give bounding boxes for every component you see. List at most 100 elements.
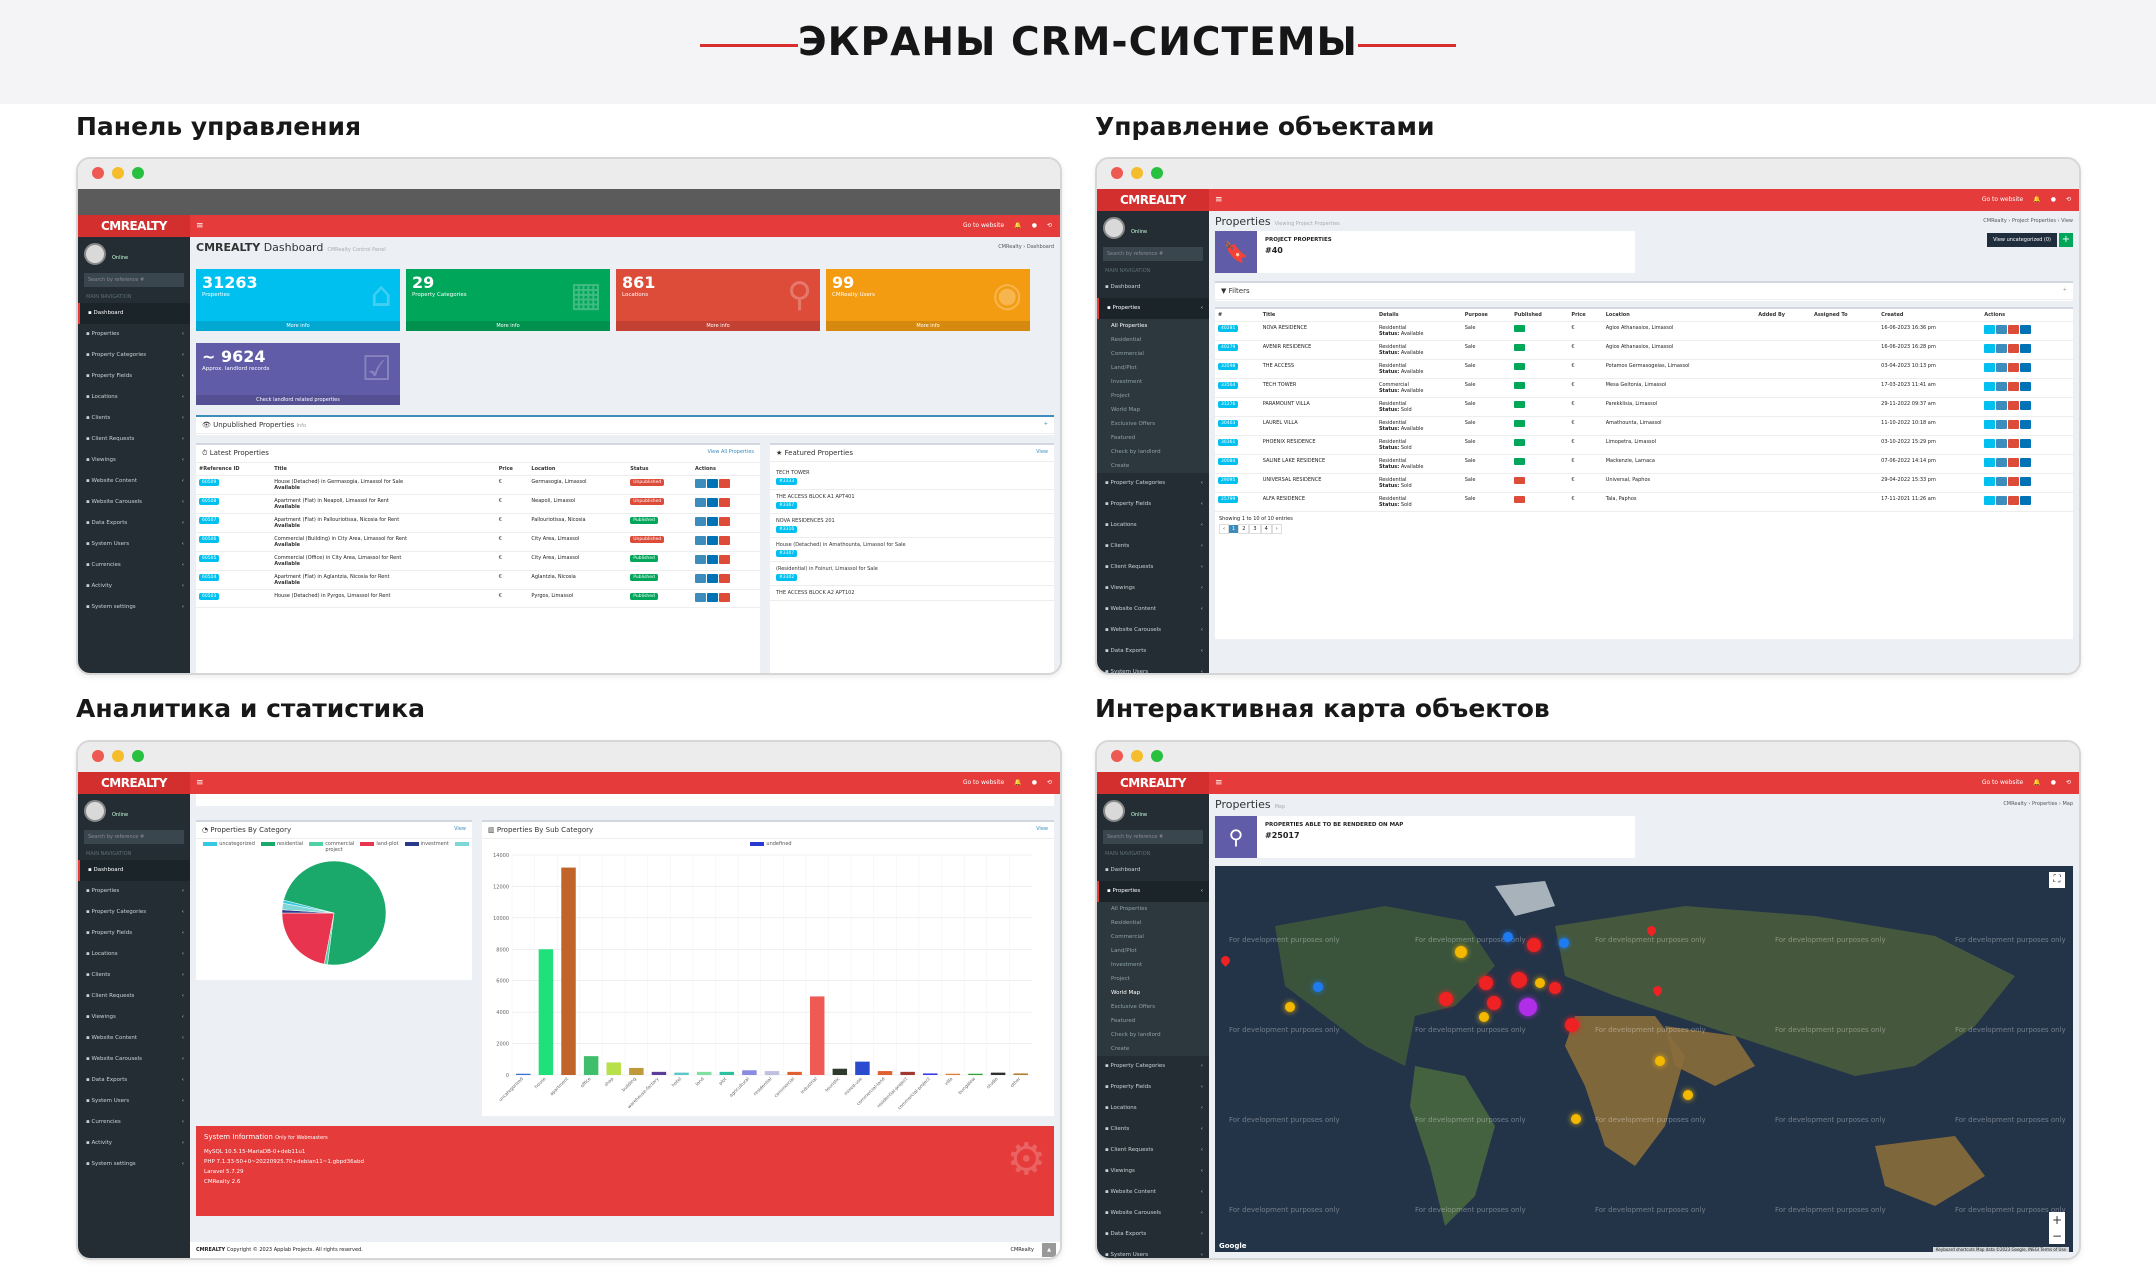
minimize-dot[interactable]: [1131, 167, 1143, 179]
avatar[interactable]: [84, 243, 106, 265]
add-property-button[interactable]: +: [2059, 233, 2073, 247]
unpublished-box[interactable]: 👁 Unpublished Properties Info +: [196, 415, 1054, 435]
published-eye-icon[interactable]: [1514, 439, 1526, 446]
go-to-website-link[interactable]: Go to website: [1982, 779, 2023, 786]
table-row[interactable]: 40281 NOVA RESIDENCE Residential Status: Av…: [1215, 321, 2073, 341]
sidebar-item-website-carousels[interactable]: ▪ Website Carousels ‹: [78, 492, 190, 513]
edit-icon[interactable]: [695, 498, 707, 507]
user-icon[interactable]: [2020, 420, 2032, 429]
tile-locations[interactable]: 861 Locations ⚲ More info: [616, 269, 820, 331]
page-2[interactable]: 2: [1238, 524, 1250, 534]
column-header[interactable]: Actions: [1981, 309, 2073, 322]
tile-more-link[interactable]: More info: [826, 321, 1030, 331]
delete-icon[interactable]: [719, 517, 731, 526]
reference-badge[interactable]: 60508: [199, 498, 220, 505]
map-cluster-marker[interactable]: [1439, 992, 1453, 1006]
list-item[interactable]: THE ACCESS BLOCK A2 APT102: [770, 586, 1054, 601]
featured-badge[interactable]: #3333: [776, 478, 798, 485]
user-icon[interactable]: [2020, 363, 2032, 372]
menu-toggle-icon[interactable]: ≡: [1215, 772, 1223, 794]
tile-cmrealty-users[interactable]: 99 CMRealty Users ◉ More info: [826, 269, 1030, 331]
sidebar-item-system-users[interactable]: ▪ System Users ‹: [1097, 1245, 1209, 1258]
column-header[interactable]: Details: [1375, 309, 1462, 322]
view-icon[interactable]: [707, 517, 719, 526]
reference-badge[interactable]: 60505: [199, 555, 220, 562]
published-eye-icon[interactable]: [1514, 325, 1526, 332]
maximize-dot[interactable]: [1151, 750, 1163, 762]
sidebar-item-viewings[interactable]: ▪ Viewings ‹: [78, 1007, 190, 1028]
view-icon[interactable]: [707, 555, 719, 564]
sidebar-item-data-exports[interactable]: ▪ Data Exports ‹: [78, 1070, 190, 1091]
featured-name[interactable]: (Residential) in Foinuri, Limassol for S…: [776, 566, 1048, 572]
list-item[interactable]: TECH TOWER #3333: [770, 466, 1054, 490]
sidebar-item-dashboard[interactable]: ▪ Dashboard: [1097, 277, 1209, 298]
view-icon[interactable]: [707, 593, 719, 602]
featured-name[interactable]: TECH TOWER: [776, 470, 1048, 476]
table-row[interactable]: 60504 Apartment (Flat) in Aglantzia, Nico…: [196, 570, 760, 590]
delete-icon[interactable]: [2008, 458, 2020, 467]
reference-badge[interactable]: 30084: [1218, 458, 1239, 465]
delete-icon[interactable]: [719, 593, 731, 602]
property-title[interactable]: SALINE LAKE RESIDENCE: [1259, 454, 1376, 474]
page-next[interactable]: ›: [1271, 524, 1282, 534]
share-icon[interactable]: ⟲: [1047, 779, 1052, 786]
sidebar-sub-residential[interactable]: Residential: [1097, 333, 1209, 347]
column-header[interactable]: #: [1215, 309, 1260, 322]
edit-icon[interactable]: [1984, 363, 1996, 372]
maximize-dot[interactable]: [1151, 167, 1163, 179]
expand-icon[interactable]: +: [1044, 421, 1048, 427]
sidebar-item-dashboard[interactable]: ▪ Dashboard: [78, 303, 190, 324]
delete-icon[interactable]: [2008, 420, 2020, 429]
edit-icon[interactable]: [695, 479, 707, 488]
sidebar-sub-create[interactable]: Create: [1097, 459, 1209, 473]
sidebar-item-website-carousels[interactable]: ▪ Website Carousels ‹: [78, 1049, 190, 1070]
sidebar-sub-check-by-landlord[interactable]: Check by landlord: [1097, 445, 1209, 459]
featured-badge[interactable]: #3316: [776, 526, 798, 533]
bar-house[interactable]: [538, 949, 554, 1075]
edit-icon[interactable]: [1984, 401, 1996, 410]
close-dot[interactable]: [92, 750, 104, 762]
view-icon[interactable]: [1996, 401, 2008, 410]
sidebar-sub-featured[interactable]: Featured: [1097, 431, 1209, 445]
bar-other[interactable]: [1013, 1073, 1028, 1075]
view-icon[interactable]: [707, 574, 719, 583]
map-cluster-marker[interactable]: [1549, 982, 1561, 994]
sidebar-item-website-carousels[interactable]: ▪ Website Carousels ‹: [1097, 1203, 1209, 1224]
reference-badge[interactable]: 40279: [1218, 344, 1239, 351]
page-3[interactable]: 3: [1249, 524, 1261, 534]
sidebar-search-input[interactable]: Search by reference #: [1103, 247, 1203, 261]
page-4[interactable]: 4: [1260, 524, 1272, 534]
reference-badge[interactable]: 60509: [199, 479, 220, 486]
delete-icon[interactable]: [2008, 382, 2020, 391]
sidebar-item-locations[interactable]: ▪ Locations ‹: [78, 387, 190, 408]
view-icon[interactable]: [707, 479, 719, 488]
map-cluster-marker[interactable]: [1565, 1018, 1579, 1032]
bell-icon[interactable]: 🔔: [1014, 779, 1021, 786]
breadcrumb[interactable]: CMRealty › Project Properties › View: [1983, 218, 2073, 224]
list-item[interactable]: NOVA RESIDENCES 201 #3316: [770, 514, 1054, 538]
reference-badge[interactable]: 60503: [199, 593, 220, 600]
list-item[interactable]: (Residential) in Foinuri, Limassol for S…: [770, 562, 1054, 586]
reference-badge[interactable]: 29095: [1218, 477, 1239, 484]
table-row[interactable]: 60505 Commercial (Office) in City Area, L…: [196, 551, 760, 571]
table-row[interactable]: 60503 House (Detached) in Pyrgos, Limasso…: [196, 589, 760, 608]
bar-apartment[interactable]: [561, 867, 576, 1075]
reference-badge[interactable]: 60504: [199, 574, 220, 581]
delete-icon[interactable]: [2008, 401, 2020, 410]
bell-icon[interactable]: 🔔: [2033, 779, 2040, 786]
sidebar-search-input[interactable]: Search by reference #: [1103, 830, 1203, 844]
sidebar-sub-investment[interactable]: Investment: [1097, 958, 1209, 972]
property-title[interactable]: TECH TOWER: [1259, 378, 1376, 398]
tile-landlord[interactable]: ~ 9624 Approx. landlord records ☑ Check …: [196, 343, 400, 405]
bell-icon[interactable]: 🔔: [2033, 196, 2040, 203]
map-cluster-marker[interactable]: [1571, 1114, 1581, 1124]
bar-shop[interactable]: [606, 1062, 621, 1075]
edit-icon[interactable]: [1984, 344, 1996, 353]
delete-icon[interactable]: [2008, 496, 2020, 505]
bar-land[interactable]: [696, 1071, 712, 1075]
published-eye-icon[interactable]: [1514, 363, 1526, 370]
view-icon[interactable]: [1996, 496, 2008, 505]
featured-badge[interactable]: #3302: [776, 574, 798, 581]
map-cluster-marker[interactable]: [1535, 978, 1545, 988]
sidebar-sub-all-properties[interactable]: All Properties: [1097, 902, 1209, 916]
